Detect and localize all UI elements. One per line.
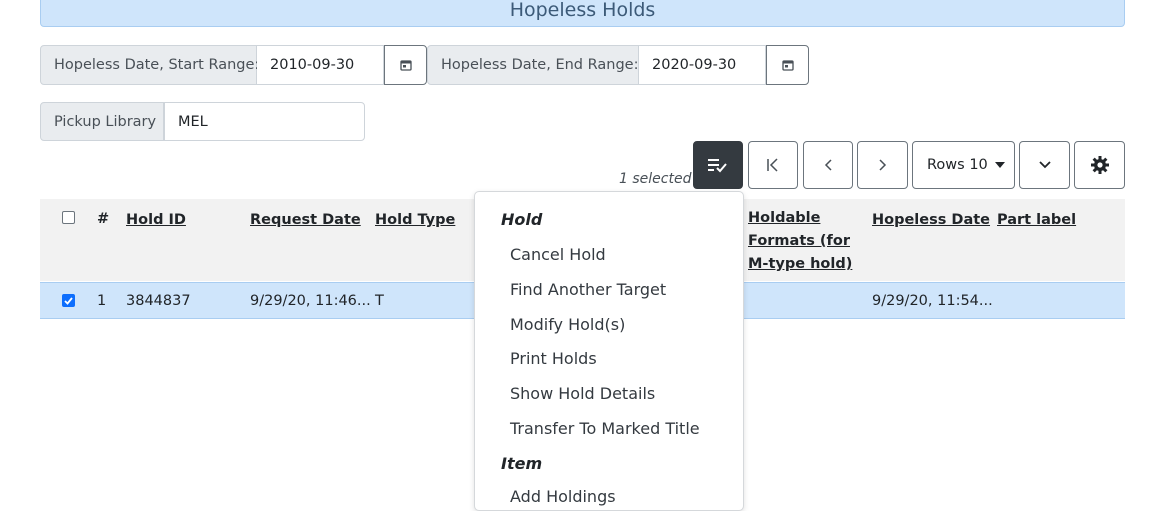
header-number: # — [97, 211, 110, 227]
end-date-calendar-button[interactable] — [766, 45, 809, 85]
previous-page-icon — [824, 159, 832, 171]
first-page-icon — [767, 158, 778, 172]
row-request-date: 9/29/20, 11:46... — [250, 293, 371, 309]
actions-menu-button[interactable] — [693, 141, 743, 189]
menu-item-find-another-target[interactable]: Find Another Target — [510, 280, 666, 299]
header-holdable-formats-line1[interactable]: Holdable — [748, 207, 820, 230]
menu-item-modify-holds[interactable]: Modify Hold(s) — [510, 315, 625, 334]
menu-item-cancel-hold[interactable]: Cancel Hold — [510, 245, 606, 264]
selection-count: 1 selected — [619, 171, 692, 187]
menu-item-print-holds[interactable]: Print Holds — [510, 349, 597, 368]
page-title-banner: Hopeless Holds — [40, 0, 1125, 27]
rows-per-page-label: Rows 10 — [927, 157, 988, 173]
header-holdable-formats-line3[interactable]: M-type hold) — [748, 253, 852, 276]
previous-page-button[interactable] — [803, 141, 853, 189]
header-part-label[interactable]: Part label — [997, 209, 1076, 232]
start-date-group: Hopeless Date, Start Range: 2010-09-30 — [40, 45, 427, 85]
calendar-icon — [781, 60, 794, 71]
start-date-label: Hopeless Date, Start Range: — [40, 45, 259, 85]
row-hold-id: 3844837 — [126, 293, 191, 309]
header-request-date[interactable]: Request Date — [250, 209, 361, 232]
page-title: Hopeless Holds — [509, 0, 656, 21]
header-hopeless-date[interactable]: Hopeless Date — [872, 209, 990, 232]
select-actions-icon — [708, 159, 727, 173]
gear-icon — [1090, 156, 1109, 174]
pickup-library-input[interactable]: MEL — [164, 102, 365, 141]
row-hopeless-date: 9/29/20, 11:54... — [872, 293, 993, 309]
menu-header-hold: Hold — [501, 210, 543, 229]
start-date-calendar-button[interactable] — [384, 45, 427, 85]
rows-per-page-button[interactable]: Rows 10 — [912, 141, 1015, 189]
next-page-button[interactable] — [857, 141, 908, 189]
next-page-icon — [878, 159, 886, 171]
header-holdable-formats-line2[interactable]: Formats (for — [748, 230, 850, 253]
settings-button[interactable] — [1074, 141, 1125, 189]
pickup-library-label: Pickup Library — [40, 102, 164, 141]
header-hold-id[interactable]: Hold ID — [126, 209, 186, 232]
checkmark-icon — [64, 296, 73, 305]
first-page-button[interactable] — [748, 141, 798, 189]
start-date-input[interactable]: 2010-09-30 — [257, 45, 384, 85]
chevron-down-icon — [1038, 161, 1051, 169]
row-number: 1 — [97, 293, 107, 309]
menu-item-add-holdings[interactable]: Add Holdings — [510, 487, 616, 506]
calendar-icon — [399, 60, 412, 71]
actions-dropdown-menu: Hold Cancel Hold Find Another Target Mod… — [474, 191, 744, 511]
expand-options-button[interactable] — [1019, 141, 1070, 189]
header-hold-type[interactable]: Hold Type — [375, 209, 455, 232]
row-hold-type: T — [375, 293, 384, 309]
end-date-label: Hopeless Date, End Range: — [427, 45, 639, 85]
menu-item-transfer-to-marked-title[interactable]: Transfer To Marked Title — [510, 419, 700, 438]
end-date-input[interactable]: 2020-09-30 — [639, 45, 766, 85]
caret-down-icon — [994, 162, 1005, 168]
pickup-library-group: Pickup Library MEL — [40, 102, 365, 141]
menu-item-show-hold-details[interactable]: Show Hold Details — [510, 384, 655, 403]
select-all-checkbox[interactable] — [62, 211, 75, 224]
menu-header-item: Item — [501, 454, 543, 473]
row-checkbox[interactable] — [62, 294, 75, 307]
end-date-group: Hopeless Date, End Range: 2020-09-30 — [427, 45, 809, 85]
